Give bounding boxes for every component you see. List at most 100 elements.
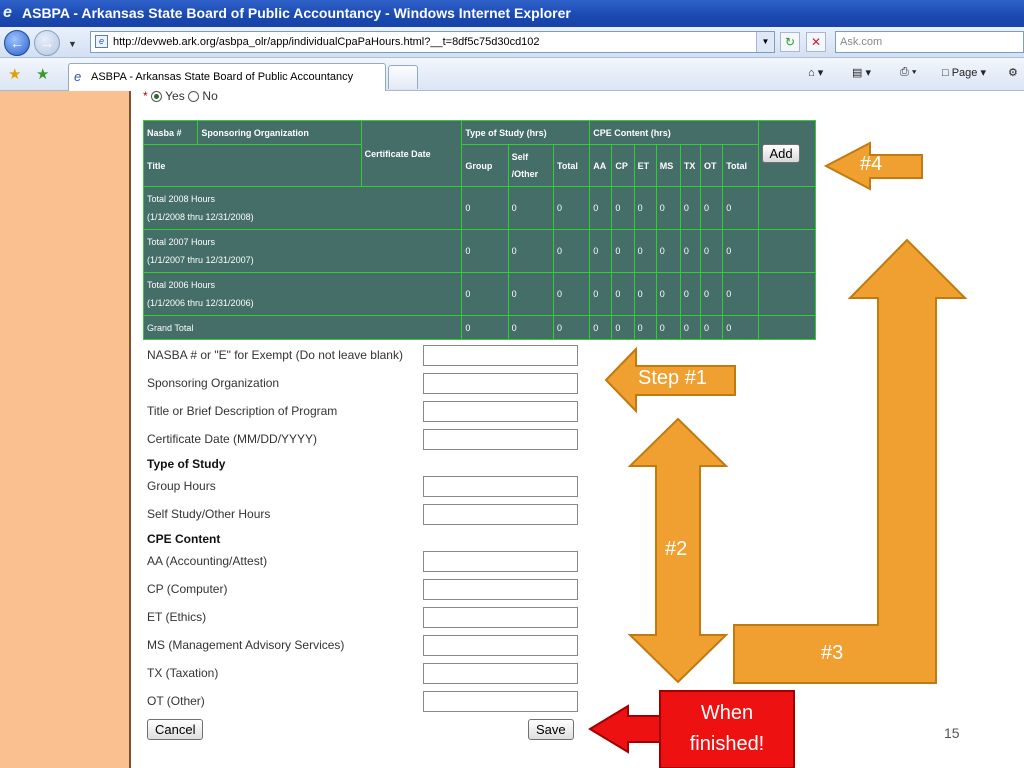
row-cp: CP (Computer): [143, 578, 583, 600]
history-dropdown-icon[interactable]: ▼: [68, 39, 77, 49]
forward-arrow-icon[interactable]: →: [34, 30, 60, 56]
save-button[interactable]: Save: [528, 719, 574, 740]
col-ot: OT: [700, 144, 724, 187]
grand-total-value: 0: [461, 315, 509, 340]
cp-label: CP (Computer): [147, 582, 228, 596]
finished-label-2: finished!: [689, 733, 765, 755]
url-text: http://devweb.ark.org/asbpa_olr/app/indi…: [113, 36, 540, 48]
row-value: 0: [589, 186, 613, 230]
sponsoring-input[interactable]: [423, 373, 578, 394]
yes-radio[interactable]: [151, 91, 163, 103]
self-study-input[interactable]: [423, 504, 578, 525]
hours-table: Nasba # Sponsoring Organization Certific…: [142, 120, 816, 340]
row-empty-cell: [758, 229, 816, 273]
cp-input[interactable]: [423, 579, 578, 600]
row-ms: MS (Management Advisory Services): [143, 634, 583, 656]
aa-label: AA (Accounting/Attest): [147, 554, 268, 568]
stop-icon[interactable]: ✕: [806, 32, 826, 52]
tx-label: TX (Taxation): [147, 666, 219, 680]
row-label: Total 2007 Hours: [147, 237, 216, 247]
title-input[interactable]: [423, 401, 578, 422]
add-button[interactable]: Add: [762, 144, 800, 163]
table-row: Total 2007 Hours (1/1/2007 thru 12/31/200…: [142, 229, 816, 273]
grand-total-value: 0: [552, 315, 591, 340]
new-tab-button[interactable]: [388, 65, 418, 89]
row-value: 0: [722, 229, 760, 273]
page-icon: e: [95, 35, 108, 48]
row-value: 0: [589, 272, 613, 316]
print-icon[interactable]: ⎙ ▾: [900, 66, 916, 79]
group-hours-input[interactable]: [423, 476, 578, 497]
row-nasba: NASBA # or "E" for Exempt (Do not leave …: [143, 344, 583, 366]
url-field[interactable]: e http://devweb.ark.org/asbpa_olr/app/in…: [90, 31, 775, 53]
cancel-button[interactable]: Cancel: [147, 719, 204, 740]
row-value: 0: [633, 186, 657, 230]
row-tx: TX (Taxation): [143, 662, 583, 684]
ms-input[interactable]: [423, 635, 578, 656]
row-value: 0: [552, 272, 591, 316]
tools-gear-icon[interactable]: ⚙: [1008, 66, 1018, 79]
row-aa: AA (Accounting/Attest): [143, 550, 583, 572]
no-radio[interactable]: [188, 91, 200, 103]
row-value: 0: [700, 186, 724, 230]
col-cp: CP: [611, 144, 635, 187]
row-value: 0: [679, 186, 702, 230]
left-sidebar: [0, 91, 131, 768]
refresh-icon[interactable]: ↻: [780, 32, 800, 52]
self-study-label: Self Study/Other Hours: [147, 507, 271, 521]
ms-label: MS (Management Advisory Services): [147, 638, 345, 652]
tab-asbpa[interactable]: e ASBPA - Arkansas State Board of Public…: [68, 63, 386, 91]
grand-total-value: 0: [611, 315, 635, 340]
et-label: ET (Ethics): [147, 610, 207, 624]
row-empty-cell: [758, 272, 816, 316]
row-value: 0: [589, 229, 613, 273]
grand-total-value: 0: [589, 315, 613, 340]
feeds-icon[interactable]: ▤ ▾: [852, 66, 871, 79]
grand-total-value: 0: [679, 315, 702, 340]
col-title: Title: [143, 144, 362, 187]
row-sublabel: (1/1/2007 thru 12/31/2007): [147, 255, 254, 265]
page-menu[interactable]: □ Page ▾: [942, 66, 986, 79]
row-value: 0: [611, 229, 635, 273]
row-et: ET (Ethics): [143, 606, 583, 628]
row-value: 0: [507, 186, 555, 230]
step2-label: #2: [665, 538, 688, 560]
grand-total-value: 0: [700, 315, 724, 340]
row-group-hours: Group Hours: [143, 475, 583, 497]
tx-input[interactable]: [423, 663, 578, 684]
row-value: 0: [722, 272, 760, 316]
row-cert-date: Certificate Date (MM/DD/YYYY): [143, 428, 583, 450]
et-input[interactable]: [423, 607, 578, 628]
row-label-cell: Total 2007 Hours (1/1/2007 thru 12/31/200…: [142, 229, 463, 273]
home-icon[interactable]: ⌂ ▾: [808, 66, 823, 79]
step1-label: Step #1: [638, 367, 707, 389]
aa-input[interactable]: [423, 551, 578, 572]
tab-label: ASBPA - Arkansas State Board of Public A…: [91, 71, 354, 83]
tab-ie-icon: e: [74, 69, 82, 84]
row-label-cell: Total 2008 Hours (1/1/2008 thru 12/31/200…: [142, 186, 463, 230]
nasba-input[interactable]: [423, 345, 578, 366]
ot-input[interactable]: [423, 691, 578, 712]
add-cell: Add: [758, 120, 816, 187]
add-favorite-icon[interactable]: ★: [36, 65, 49, 83]
row-value: 0: [507, 272, 555, 316]
col-et: ET: [633, 144, 657, 187]
col-self-other: Self /Other: [507, 144, 555, 187]
finished-label-1: When: [700, 702, 754, 724]
nasba-label: NASBA # or "E" for Exempt (Do not leave …: [147, 348, 403, 362]
col-cpe-total: Total: [722, 144, 760, 187]
tab-bar: ★ ★ e ASBPA - Arkansas State Board of Pu…: [0, 58, 1024, 91]
url-dropdown-icon[interactable]: ▼: [756, 32, 774, 52]
row-value: 0: [655, 272, 681, 316]
yes-label: Yes: [165, 91, 185, 103]
row-value: 0: [461, 272, 509, 316]
col-cpe-content: CPE Content (hrs): [589, 120, 760, 145]
slide-page-number: 15: [944, 725, 960, 741]
col-type-of-study: Type of Study (hrs): [461, 120, 591, 145]
row-value: 0: [700, 272, 724, 316]
back-arrow-icon[interactable]: ←: [4, 30, 30, 56]
search-input[interactable]: Ask.com: [835, 31, 1024, 53]
step3-label: #3: [821, 642, 844, 664]
favorites-star-icon[interactable]: ★: [8, 65, 21, 83]
cert-date-input[interactable]: [423, 429, 578, 450]
